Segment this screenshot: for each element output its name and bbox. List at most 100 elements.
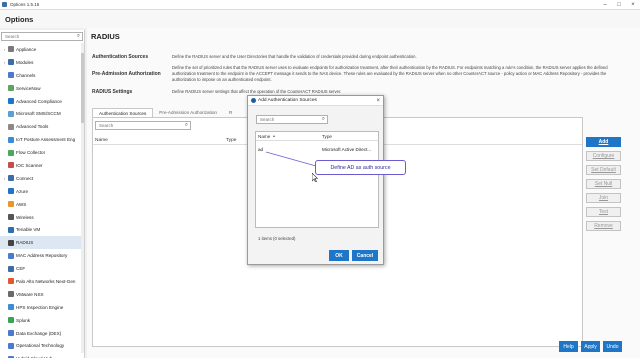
- search-icon[interactable]: ⌕: [185, 122, 188, 129]
- sidebar-item-splunk[interactable]: Splunk: [0, 314, 82, 327]
- column-header-type[interactable]: Type: [322, 134, 332, 139]
- sidebar-item-servicenow[interactable]: ServiceNow: [0, 82, 82, 95]
- sidebar-scrollbar[interactable]: [81, 43, 84, 353]
- help-button[interactable]: Help: [559, 341, 578, 352]
- scrollbar-thumb[interactable]: [81, 53, 84, 123]
- sidebar-item-connect[interactable]: › Connect: [0, 172, 82, 185]
- plugin-icon: [8, 239, 14, 246]
- sidebar-item-ioc-scanner[interactable]: IOC Scanner: [0, 159, 82, 172]
- sidebar-item-modules[interactable]: › Modules: [0, 56, 82, 69]
- cancel-button[interactable]: Cancel: [352, 250, 378, 261]
- expand-arrow-icon[interactable]: ›: [2, 60, 7, 65]
- sidebar-item-flow-collector[interactable]: Flow Collector: [0, 146, 82, 159]
- sidebar-item-radius[interactable]: RADIUS: [0, 236, 82, 250]
- sidebar-item-label: MAC Address Repository: [16, 253, 68, 259]
- expand-arrow-icon[interactable]: ›: [2, 47, 7, 52]
- column-header-name[interactable]: Name ▲: [256, 134, 322, 139]
- sidebar-item-label: Data Exchange (DEX): [16, 330, 62, 336]
- sidebar-item-label: RADIUS: [16, 240, 34, 246]
- plugin-icon: [8, 110, 14, 117]
- sidebar-item-data-exchange-dex[interactable]: Data Exchange (DEX): [0, 327, 82, 340]
- sidebar-item-appliance[interactable]: › Appliance: [0, 43, 82, 56]
- plugin-icon: [8, 162, 14, 169]
- sidebar-item-tenable-vm[interactable]: Tenable VM: [0, 223, 82, 236]
- dialog-title: Add Authentication Sources: [258, 98, 317, 103]
- sidebar-item-advanced-tools[interactable]: Advanced Tools: [0, 120, 82, 133]
- minimize-icon[interactable]: –: [598, 0, 612, 10]
- plugin-icon: [8, 291, 14, 298]
- tab-authentication-sources[interactable]: Authentication Sources: [92, 108, 154, 117]
- sidebar-search-input[interactable]: [5, 34, 73, 39]
- tab-radius-settings[interactable]: R: [223, 108, 238, 117]
- plugin-icon: [8, 46, 14, 53]
- sidebar-item-label: Tenable VM: [16, 227, 41, 233]
- add-button[interactable]: Add: [586, 137, 621, 147]
- remove-button[interactable]: Remove: [586, 221, 621, 231]
- sidebar-item-wireless[interactable]: Wireless: [0, 211, 82, 224]
- plugin-icon: [8, 330, 14, 337]
- plugin-icon: [8, 136, 14, 143]
- page-header-title: Options: [5, 14, 34, 24]
- search-icon[interactable]: ⌕: [322, 116, 325, 123]
- column-header-name[interactable]: Name: [93, 138, 226, 143]
- apply-button[interactable]: Apply: [581, 341, 600, 352]
- sidebar-item-label: AWS: [16, 201, 27, 207]
- expand-arrow-icon[interactable]: ›: [2, 176, 7, 181]
- sidebar-item-label: CEF: [16, 266, 26, 272]
- table-search: ⌕: [95, 121, 191, 130]
- sidebar-item-label: Splunk: [16, 317, 31, 323]
- window-title: Options 1.5.15: [10, 2, 40, 7]
- configure-button[interactable]: Configure: [586, 151, 621, 161]
- sidebar-item-mac-address-repository[interactable]: MAC Address Repository: [0, 249, 82, 262]
- tab-pre-admission-authorization[interactable]: Pre-Admission Authorization: [153, 108, 223, 117]
- join-button[interactable]: Join: [586, 193, 621, 203]
- ok-button[interactable]: OK: [329, 250, 349, 261]
- sidebar-item-advanced-compliance[interactable]: Advanced Compliance: [0, 95, 82, 108]
- column-header-type[interactable]: Type: [226, 138, 236, 143]
- dialog-search-input[interactable]: [260, 117, 320, 122]
- undo-button[interactable]: Undo: [603, 341, 622, 352]
- test-button[interactable]: Test: [586, 207, 621, 217]
- sidebar-item-palo-alto-networks-next-gen[interactable]: Palo Alto Networks Next-Gen: [0, 275, 82, 288]
- desc-text: Define the RADIUS server and the User Di…: [172, 54, 417, 59]
- mouse-cursor-icon: [312, 173, 318, 182]
- plugin-icon: [8, 188, 14, 195]
- plugin-icon: [8, 342, 14, 349]
- close-icon[interactable]: ×: [376, 98, 380, 104]
- sidebar-item-label: Wireless: [16, 214, 34, 220]
- desc-label: Pre-Admission Authorization: [92, 71, 161, 77]
- sidebar-item-iot-posture-assessment-eng[interactable]: IoT Posture Assessment Eng: [0, 133, 82, 146]
- options-header: Options: [0, 10, 640, 28]
- plugin-icon: [8, 278, 14, 285]
- close-icon[interactable]: ×: [626, 0, 640, 10]
- annotation-callout: Define AD as auth source: [315, 160, 406, 175]
- sidebar-item-cef[interactable]: CEF: [0, 262, 82, 275]
- list-item[interactable]: ad Microsoft Active Direct...: [256, 145, 378, 154]
- sidebar-item-label: Palo Alto Networks Next-Gen: [16, 278, 76, 284]
- plugin-icon: [8, 98, 14, 104]
- plugin-icon: [8, 252, 14, 259]
- sidebar-item-vmware-nsx[interactable]: VMware NSX: [0, 288, 82, 301]
- sidebar-item-microsoft-sms-sccm[interactable]: Microsoft SMS/SCCM: [0, 107, 82, 120]
- sidebar-item-operational-technology[interactable]: Operational Technology: [0, 339, 82, 352]
- desc-authentication-sources: Authentication Sources Define the RADIUS…: [92, 54, 622, 60]
- plugin-icon: [8, 72, 14, 79]
- page-title: RADIUS: [91, 32, 120, 41]
- sidebar-item-label: HPS Inspection Engine: [16, 304, 64, 310]
- table-search-input[interactable]: [99, 123, 179, 128]
- set-default-button[interactable]: Set Default: [586, 165, 621, 175]
- plugin-icon: [8, 226, 14, 233]
- plugin-icon: [8, 214, 14, 221]
- sidebar-item-aws[interactable]: AWS: [0, 198, 82, 211]
- set-null-button[interactable]: Set Null: [586, 179, 621, 189]
- dialog-list-header: Name ▲ Type: [256, 132, 378, 141]
- sidebar-item-hps-inspection-engine[interactable]: HPS Inspection Engine: [0, 301, 82, 314]
- column-header-name-label: Name: [258, 133, 271, 139]
- sidebar-item-channels[interactable]: Channels: [0, 69, 82, 82]
- plugin-icon: [8, 123, 14, 130]
- search-icon[interactable]: ⌕: [77, 33, 80, 40]
- maximize-icon[interactable]: □: [612, 0, 626, 10]
- sidebar-item-hybrid-cloud-hub[interactable]: Hybrid Cloud Hub: [0, 352, 82, 358]
- dialog-search: ⌕: [256, 115, 328, 124]
- sidebar-item-azure[interactable]: Azure: [0, 185, 82, 198]
